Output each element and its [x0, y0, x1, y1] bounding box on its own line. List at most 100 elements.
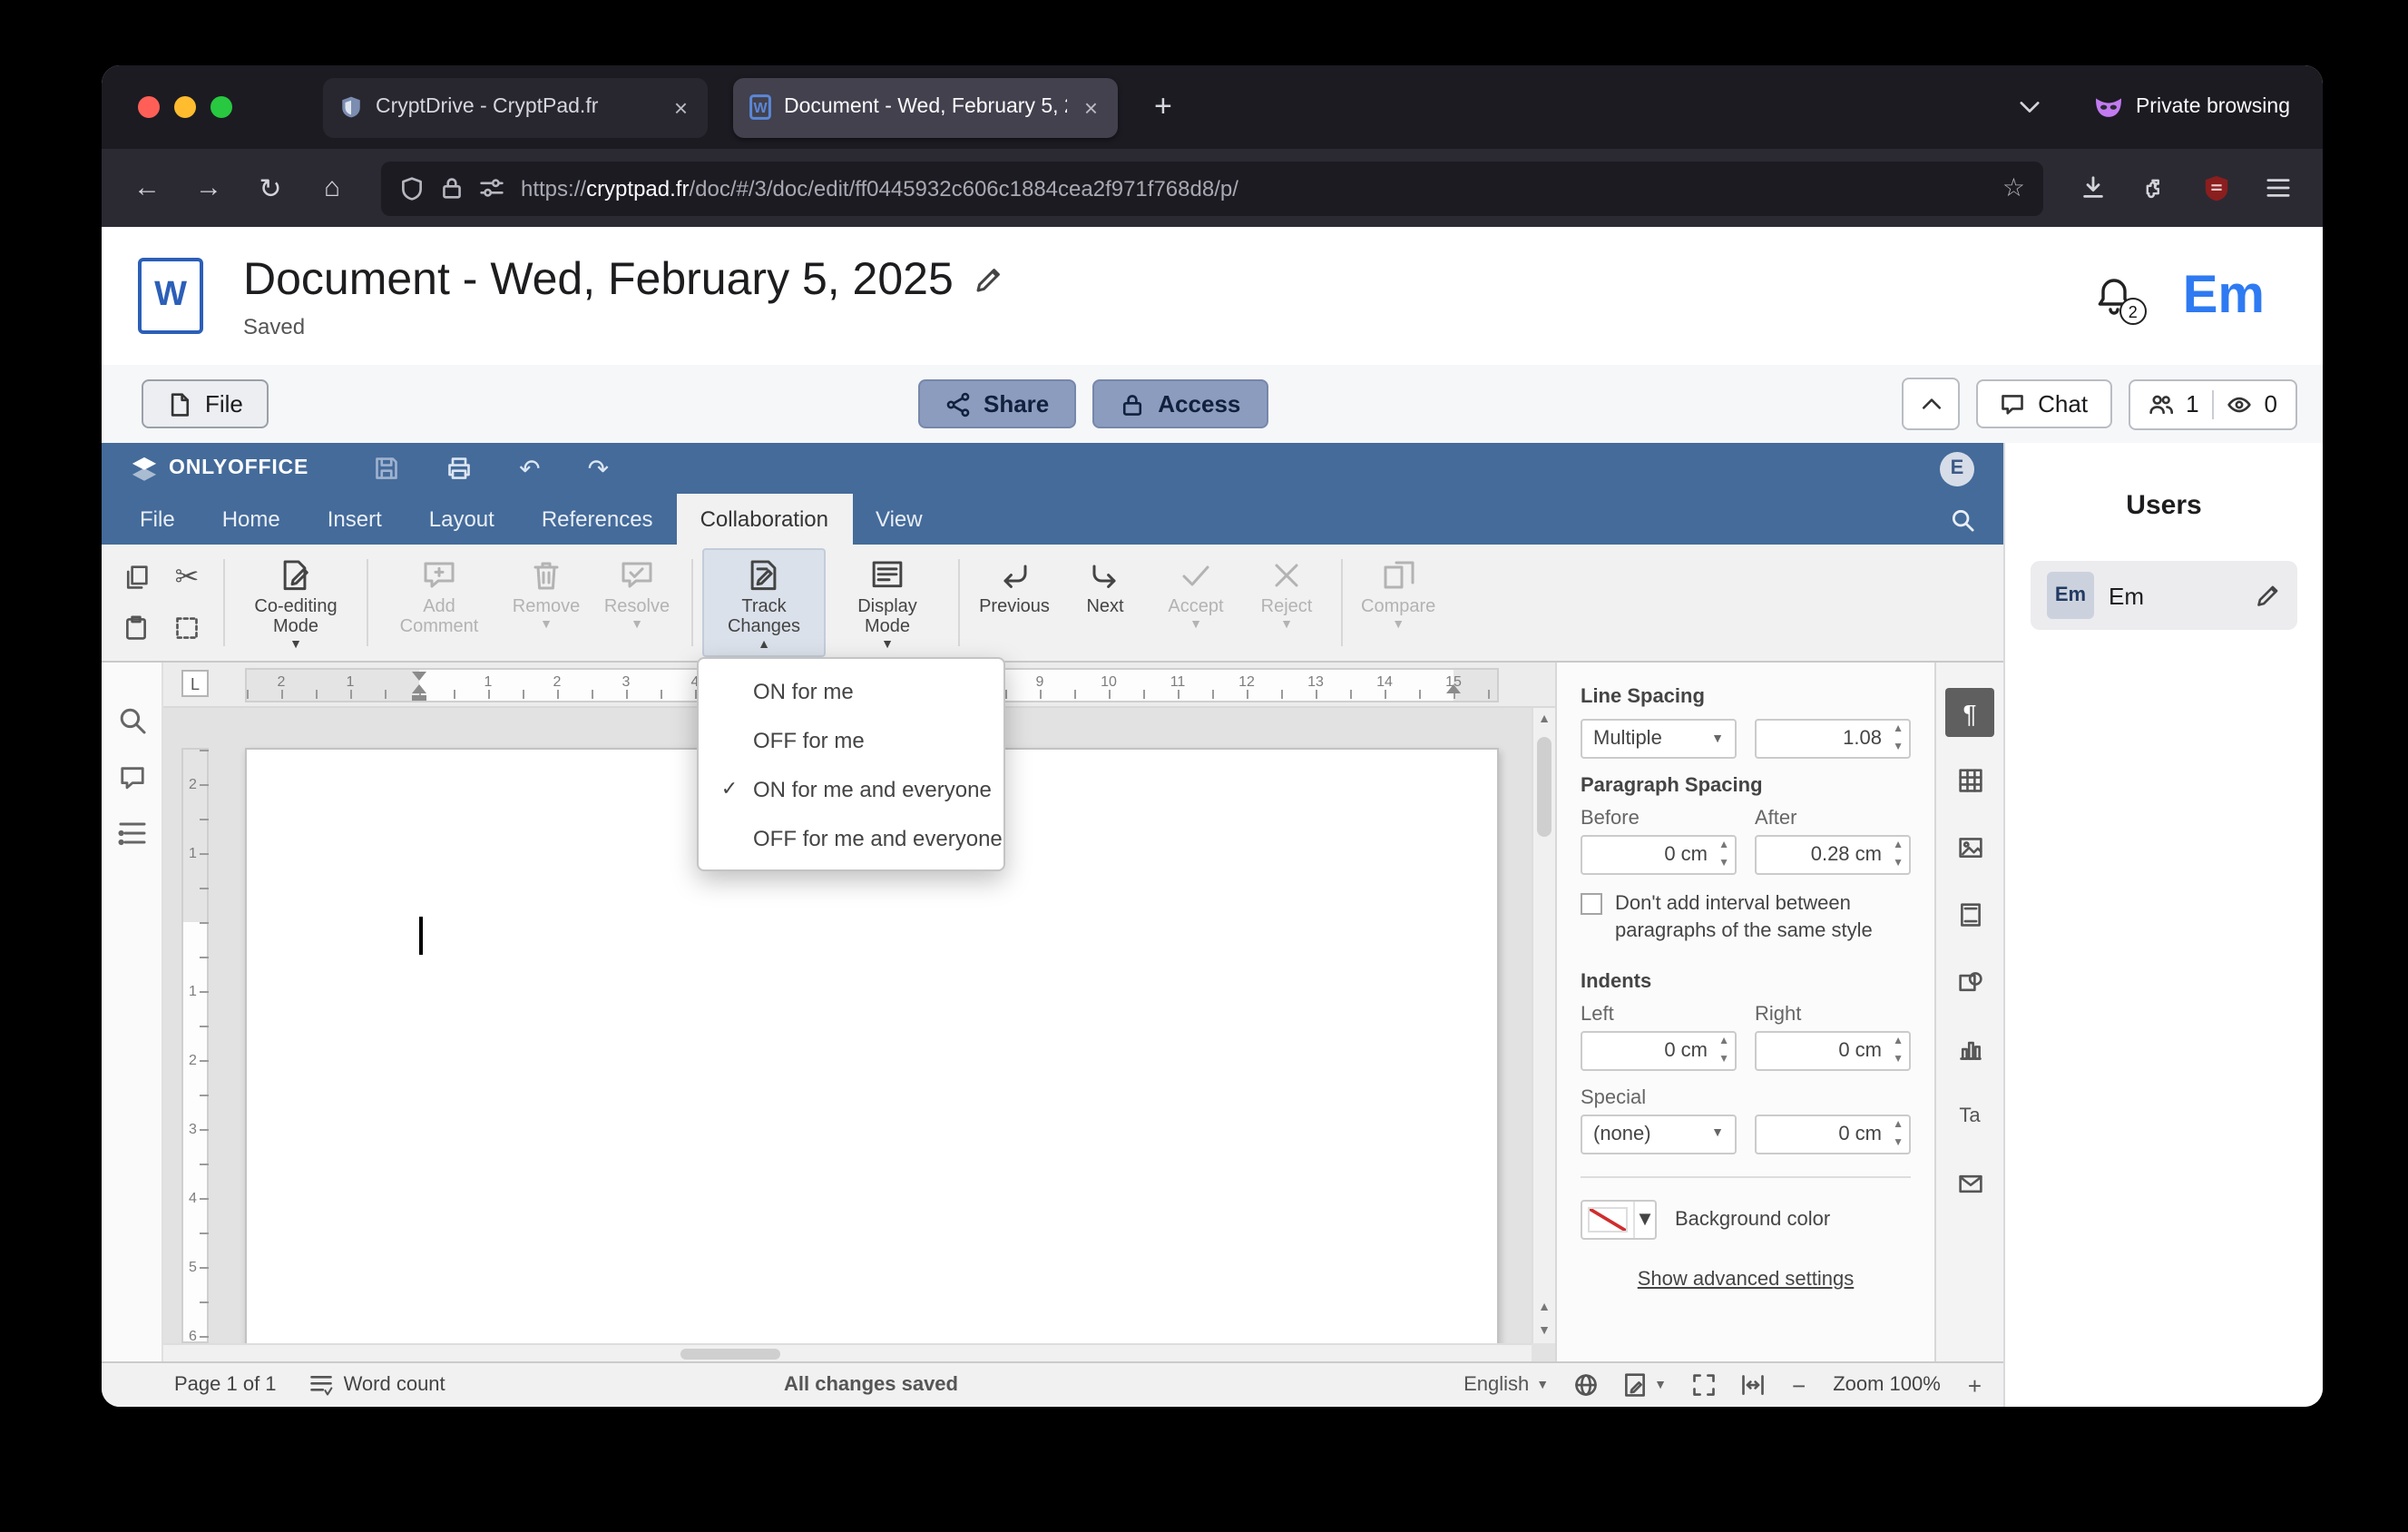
- track-changes-status-icon[interactable]: ▼: [1621, 1372, 1667, 1398]
- minimize-window-button[interactable]: [174, 96, 196, 118]
- editor-tab-insert[interactable]: Insert: [304, 494, 406, 545]
- comments-panel-icon[interactable]: [117, 764, 146, 791]
- editor-user-badge[interactable]: E: [1940, 451, 1974, 486]
- editor-tab-layout[interactable]: Layout: [406, 494, 518, 545]
- next-page-icon[interactable]: ▼: [1533, 1320, 1555, 1343]
- back-icon[interactable]: ←: [120, 162, 174, 213]
- home-icon[interactable]: ⌂: [305, 162, 359, 213]
- track-menu-item[interactable]: OFF for me and everyone: [699, 813, 1003, 862]
- add-comment-button[interactable]: Add Comment: [377, 548, 501, 657]
- user-counts-button[interactable]: 1 0: [2128, 378, 2297, 429]
- special-indent-select[interactable]: (none) ▼: [1581, 1114, 1737, 1154]
- advanced-settings-link[interactable]: Show advanced settings: [1581, 1268, 1911, 1290]
- account-avatar[interactable]: Em: [2183, 266, 2265, 326]
- spacing-before-spinner[interactable]: 0 cm ▲ ▼: [1581, 835, 1737, 875]
- language-selector[interactable]: English ▼: [1463, 1374, 1549, 1396]
- list-all-tabs-chevron-icon[interactable]: [2003, 82, 2058, 133]
- scrollbar-thumb[interactable]: [1537, 737, 1551, 837]
- page-indicator[interactable]: Page 1 of 1: [174, 1374, 277, 1396]
- extensions-icon[interactable]: [2127, 162, 2181, 213]
- track-menu-item[interactable]: ✓ ON for me and everyone: [699, 764, 1003, 813]
- vertical-scrollbar[interactable]: ▲ ▲ ▼: [1532, 708, 1555, 1343]
- browser-tab-document[interactable]: W Document - Wed, February 5, 2 ×: [733, 77, 1118, 137]
- editor-search-icon[interactable]: [1951, 494, 1974, 545]
- checkbox[interactable]: [1581, 893, 1602, 915]
- downloads-icon[interactable]: [2065, 162, 2119, 213]
- compare-button[interactable]: Compare ▼: [1352, 548, 1444, 657]
- file-button[interactable]: File: [142, 379, 269, 428]
- fit-page-icon[interactable]: [1690, 1372, 1716, 1398]
- spinner-arrows-icon[interactable]: ▲ ▼: [1893, 1119, 1904, 1148]
- horizontal-scrollbar[interactable]: [163, 1343, 1532, 1361]
- share-button[interactable]: Share: [918, 379, 1077, 428]
- close-window-button[interactable]: [138, 96, 160, 118]
- edit-user-name-icon[interactable]: [2256, 583, 2281, 608]
- editor-tab-file[interactable]: File: [116, 494, 199, 545]
- editor-tab-view[interactable]: View: [852, 494, 946, 545]
- scrollbar-thumb[interactable]: [680, 1349, 780, 1360]
- spacing-after-spinner[interactable]: 0.28 cm ▲ ▼: [1755, 835, 1911, 875]
- background-color-button[interactable]: ▼: [1581, 1199, 1657, 1240]
- spellcheck-globe-icon[interactable]: [1572, 1372, 1598, 1398]
- cut-icon[interactable]: ✂: [163, 554, 210, 601]
- previous-page-icon[interactable]: ▲: [1533, 1296, 1555, 1320]
- lock-icon[interactable]: [441, 176, 463, 200]
- spinner-arrows-icon[interactable]: ▲ ▼: [1718, 840, 1729, 869]
- line-spacing-select[interactable]: Multiple ▼: [1581, 719, 1737, 759]
- collapse-toolbar-button[interactable]: [1902, 378, 1961, 430]
- chart-settings-icon[interactable]: [1945, 1024, 1994, 1073]
- indent-right-spinner[interactable]: 0 cm ▲ ▼: [1755, 1030, 1911, 1071]
- first-line-indent-marker[interactable]: [412, 672, 426, 681]
- image-settings-icon[interactable]: [1945, 822, 1994, 871]
- notifications-bell-icon[interactable]: 2: [2092, 274, 2147, 325]
- track-menu-item[interactable]: OFF for me: [699, 715, 1003, 764]
- ublock-icon[interactable]: [2188, 162, 2243, 213]
- shield-icon[interactable]: [399, 175, 425, 201]
- zoom-in-button[interactable]: +: [1964, 1371, 1985, 1399]
- zoom-level[interactable]: Zoom 100%: [1833, 1374, 1941, 1396]
- chat-button[interactable]: Chat: [1976, 379, 2112, 428]
- copy-icon[interactable]: [113, 554, 160, 601]
- editor-tab-references[interactable]: References: [518, 494, 677, 545]
- user-list-item[interactable]: Em Em: [2031, 561, 2297, 630]
- spinner-arrows-icon[interactable]: ▲ ▼: [1893, 724, 1904, 753]
- fullscreen-window-button[interactable]: [210, 96, 232, 118]
- editor-tab-collaboration[interactable]: Collaboration: [676, 494, 852, 545]
- vertical-ruler[interactable]: 2 1 1 2 3 4 5 6: [181, 748, 209, 1344]
- redo-icon[interactable]: ↷: [588, 453, 609, 484]
- text-art-settings-icon[interactable]: Ta: [1945, 1091, 1994, 1140]
- access-button[interactable]: Access: [1092, 379, 1268, 428]
- next-change-button[interactable]: Next: [1060, 548, 1150, 657]
- permissions-icon[interactable]: [479, 176, 504, 200]
- url-bar[interactable]: https://cryptpad.fr/doc/#/3/doc/edit/ff0…: [381, 161, 2043, 215]
- spinner-arrows-icon[interactable]: ▲ ▼: [1893, 840, 1904, 869]
- spinner-arrows-icon[interactable]: ▲ ▼: [1893, 1036, 1904, 1065]
- spinner-arrows-icon[interactable]: ▲ ▼: [1718, 1036, 1729, 1065]
- shape-settings-icon[interactable]: [1945, 957, 1994, 1006]
- left-margin-marker[interactable]: [412, 695, 426, 701]
- navigation-headings-icon[interactable]: [117, 820, 146, 846]
- indent-left-spinner[interactable]: 0 cm ▲ ▼: [1581, 1030, 1737, 1071]
- editor-tab-home[interactable]: Home: [199, 494, 304, 545]
- remove-comments-button[interactable]: Remove ▼: [501, 548, 592, 657]
- rename-document-icon[interactable]: [975, 265, 1004, 294]
- tab-stop-selector[interactable]: L: [181, 670, 209, 697]
- word-count-button[interactable]: Word count: [309, 1372, 445, 1398]
- line-spacing-spinner[interactable]: 1.08 ▲ ▼: [1755, 719, 1911, 759]
- reject-change-button[interactable]: Reject ▼: [1241, 548, 1332, 657]
- bookmark-star-icon[interactable]: ☆: [2002, 172, 2025, 203]
- save-icon[interactable]: [374, 456, 399, 481]
- resolve-comments-button[interactable]: Resolve ▼: [592, 548, 682, 657]
- forward-icon[interactable]: →: [181, 162, 236, 213]
- print-icon[interactable]: [446, 456, 472, 481]
- menu-hamburger-icon[interactable]: [2250, 162, 2305, 213]
- tab-close-icon[interactable]: ×: [671, 93, 691, 121]
- browser-tab-cryptdrive[interactable]: CryptDrive - CryptPad.fr ×: [323, 77, 708, 137]
- header-footer-settings-icon[interactable]: [1945, 889, 1994, 938]
- select-all-icon[interactable]: [163, 604, 210, 652]
- paragraph-settings-icon[interactable]: ¶: [1945, 688, 1994, 737]
- mail-merge-icon[interactable]: [1945, 1158, 1994, 1207]
- zoom-out-button[interactable]: −: [1788, 1371, 1809, 1399]
- accept-change-button[interactable]: Accept ▼: [1150, 548, 1241, 657]
- reload-icon[interactable]: ↻: [243, 162, 298, 213]
